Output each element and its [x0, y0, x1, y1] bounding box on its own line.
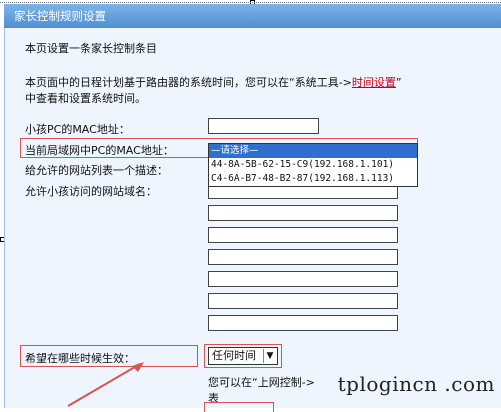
- watermark-text: tplogincn .com: [337, 372, 495, 396]
- child-mac-label: 小孩PC的MAC地址：: [25, 123, 130, 136]
- domain-input[interactable]: [208, 271, 398, 287]
- intro-text: 本页设置一条家长控制条目: [25, 42, 157, 55]
- time-settings-link[interactable]: 时间设置: [352, 76, 396, 89]
- dropdown-option-placeholder[interactable]: —请选择—: [209, 144, 417, 158]
- system-time-note: 本页面中的日程计划基于路由器的系统时间，您可以在“系统工具->时间设置”: [25, 74, 402, 90]
- schedule-select[interactable]: 任何时间 ▼: [208, 347, 278, 365]
- lan-mac-dropdown[interactable]: —请选择— 44-8A-5B-62-15-C9(192.168.1.101) C…: [208, 143, 418, 187]
- chevron-down-icon[interactable]: ▼: [263, 349, 276, 363]
- domain-input[interactable]: [208, 315, 398, 331]
- schedule-hint: 您可以在“上网控制->: [208, 376, 315, 389]
- allowed-domains-label: 允许小孩访问的网站域名：: [25, 185, 157, 198]
- system-time-note-line2: 中查看和设置系统时间。: [25, 92, 146, 105]
- allowed-list-desc-label: 给允许的网站列表一个描述：: [25, 164, 168, 177]
- child-mac-input[interactable]: [208, 118, 319, 134]
- schedule-select-value: 任何时间: [212, 349, 256, 362]
- lan-mac-label: 当前局域网中PC的MAC地址：: [25, 144, 174, 157]
- window-title: 家长控制规则设置: [14, 9, 106, 23]
- selection-top-line: [0, 2, 501, 3]
- domain-input[interactable]: [208, 293, 398, 309]
- window-title-bar: 家长控制规则设置: [4, 4, 501, 28]
- domain-input[interactable]: [208, 205, 398, 221]
- domain-input[interactable]: [208, 227, 398, 243]
- note-suffix: ”: [395, 76, 402, 89]
- domain-input[interactable]: [208, 249, 398, 265]
- red-arrow-annotation: [67, 362, 144, 407]
- note-prefix: 本页面中的日程计划基于路由器的系统时间，您可以在“系统工具->: [25, 76, 352, 89]
- dropdown-option-mac-1[interactable]: 44-8A-5B-62-15-C9(192.168.1.101): [209, 158, 417, 172]
- schedule-hint-highlight: [204, 402, 274, 412]
- dropdown-option-mac-2[interactable]: C4-6A-B7-48-B2-87(192.168.1.113): [209, 172, 417, 186]
